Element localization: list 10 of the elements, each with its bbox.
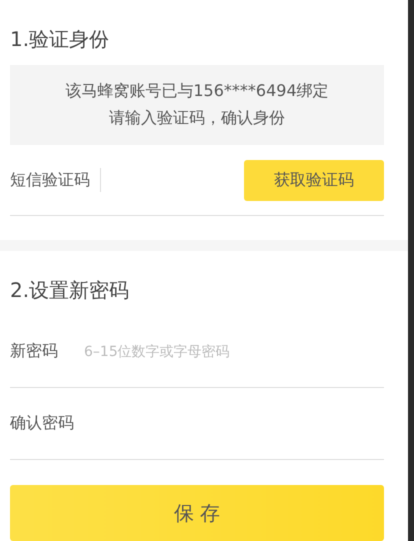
field-label: 确认密码 [10, 413, 74, 434]
password-input[interactable]: 6–15位数字或字母密码 [82, 342, 384, 361]
notice-text: 请输入验证码，确认身份 [109, 108, 285, 129]
save-button[interactable]: 保 存 [10, 485, 384, 541]
get-code-button[interactable]: 获取验证码 [244, 160, 384, 200]
field-label: 新密码 [10, 341, 58, 362]
field-label: 短信验证码 [10, 170, 90, 190]
section-title: 2.设置新密码 [10, 277, 130, 304]
section-title: 1.验证身份 [10, 26, 110, 53]
notice-text: 该马蜂窝账号已与156****6494绑定 [65, 81, 329, 102]
